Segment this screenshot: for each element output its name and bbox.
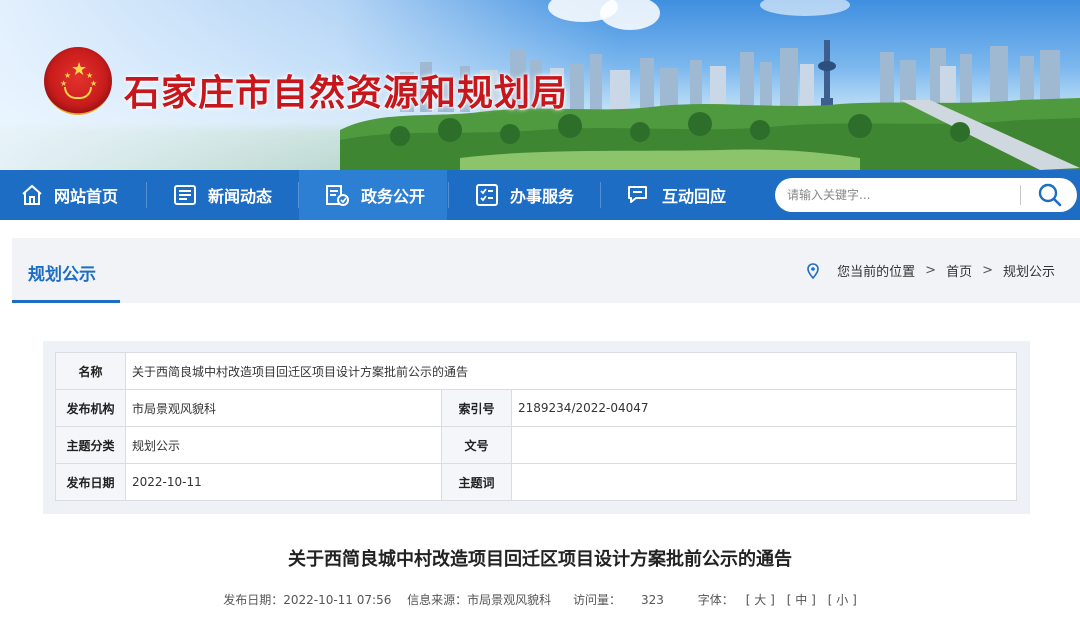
section-title-underline xyxy=(12,300,120,303)
chat-icon xyxy=(628,186,647,203)
breadcrumb-current-link[interactable]: 规划公示 xyxy=(1003,261,1055,280)
table-row: 发布日期 2022-10-11 主题词 xyxy=(55,463,1017,501)
breadcrumb-separator: > xyxy=(982,263,993,278)
open-government-icon xyxy=(326,185,349,206)
search-icon[interactable] xyxy=(1031,182,1069,208)
article-views: 访问量： 323 xyxy=(567,593,670,607)
nav-item-interaction[interactable]: 互动回应 xyxy=(626,170,750,220)
nav-item-label: 新闻动态 xyxy=(208,187,273,206)
doc-number-label: 文号 xyxy=(441,426,512,464)
document-info-table: 名称 关于西简良城中村改造项目回迁区项目设计方案批前公示的通告 发布机构 市局景… xyxy=(55,352,1017,501)
publish-date-value: 2022-10-11 xyxy=(125,463,442,501)
search-divider xyxy=(1020,185,1021,205)
national-emblem-icon: ★ ★ ★ ★ ★ xyxy=(44,47,112,115)
category-value: 规划公示 xyxy=(125,426,442,464)
breadcrumb-separator: > xyxy=(925,263,937,278)
nav-divider xyxy=(448,182,449,208)
category-label: 主题分类 xyxy=(55,426,126,464)
breadcrumb: 您当前的位置 > 首页 > 规划公示 xyxy=(807,261,1055,280)
cloud xyxy=(760,0,850,16)
nav-item-label: 互动回应 xyxy=(662,187,727,206)
article-meta: 发布日期：2022-10-11 07:56 信息来源：市局景观风貌科 访问量： 3… xyxy=(0,591,1080,608)
nav-item-news[interactable]: 新闻动态 xyxy=(172,170,296,220)
location-pin-icon xyxy=(807,262,819,279)
keyword-label: 主题词 xyxy=(441,463,512,501)
section-title: 规划公示 xyxy=(28,265,96,285)
index-value: 2189234/2022-04047 xyxy=(511,389,1017,427)
article-title: 关于西简良城中村改造项目回迁区项目设计方案批前公示的通告 xyxy=(288,549,792,570)
table-row: 主题分类 规划公示 文号 xyxy=(55,426,1017,464)
font-size-small-button[interactable]: [ 小 ] xyxy=(828,593,857,607)
news-icon xyxy=(174,185,196,205)
publish-date-label: 发布日期 xyxy=(55,463,126,501)
nav-item-government-affairs[interactable]: 政务公开 xyxy=(299,170,447,220)
publisher-label: 发布机构 xyxy=(55,389,126,427)
header-banner: ★ ★ ★ ★ ★ 石家庄市自然资源和规划局 xyxy=(0,0,1080,170)
table-row: 名称 关于西简良城中村改造项目回迁区项目设计方案批前公示的通告 xyxy=(55,352,1017,390)
nav-item-home[interactable]: 网站首页 xyxy=(20,170,144,220)
home-icon xyxy=(22,184,42,205)
index-label: 索引号 xyxy=(441,389,512,427)
font-size-large-button[interactable]: [ 大 ] xyxy=(746,593,775,607)
nav-divider xyxy=(600,182,601,208)
nav-item-label: 政务公开 xyxy=(361,187,426,206)
name-label: 名称 xyxy=(55,352,126,390)
font-size-label: 字体： xyxy=(697,593,734,607)
nav-item-label: 办事服务 xyxy=(510,187,575,206)
views-count: 323 xyxy=(641,593,664,607)
breadcrumb-prefix: 您当前的位置 xyxy=(837,265,916,280)
font-size-medium-button[interactable]: [ 中 ] xyxy=(787,593,816,607)
views-label: 访问量： xyxy=(573,593,622,607)
search-input[interactable] xyxy=(787,185,1017,205)
section-header: 规划公示 您当前的位置 > 首页 > 规划公示 xyxy=(12,238,1080,303)
service-icon xyxy=(476,184,498,206)
document-info-panel: 名称 关于西简良城中村改造项目回迁区项目设计方案批前公示的通告 发布机构 市局景… xyxy=(43,341,1030,514)
publisher-value: 市局景观风貌科 xyxy=(125,389,442,427)
search-box xyxy=(775,178,1077,212)
article-publish-date: 发布日期：2022-10-11 07:56 xyxy=(223,593,392,607)
keyword-value xyxy=(511,463,1017,501)
nav-divider xyxy=(146,182,147,208)
doc-number-value xyxy=(511,426,1017,464)
name-value: 关于西简良城中村改造项目回迁区项目设计方案批前公示的通告 xyxy=(125,352,1017,390)
breadcrumb-home-link[interactable]: 首页 xyxy=(946,261,972,280)
article-source: 信息来源：市局景观风貌科 xyxy=(407,593,552,607)
cloud xyxy=(600,0,660,30)
nav-item-services[interactable]: 办事服务 xyxy=(474,170,598,220)
site-title[interactable]: 石家庄市自然资源和规划局 xyxy=(124,64,568,116)
table-row: 发布机构 市局景观风貌科 索引号 2189234/2022-04047 xyxy=(55,389,1017,427)
nav-item-label: 网站首页 xyxy=(54,187,119,206)
